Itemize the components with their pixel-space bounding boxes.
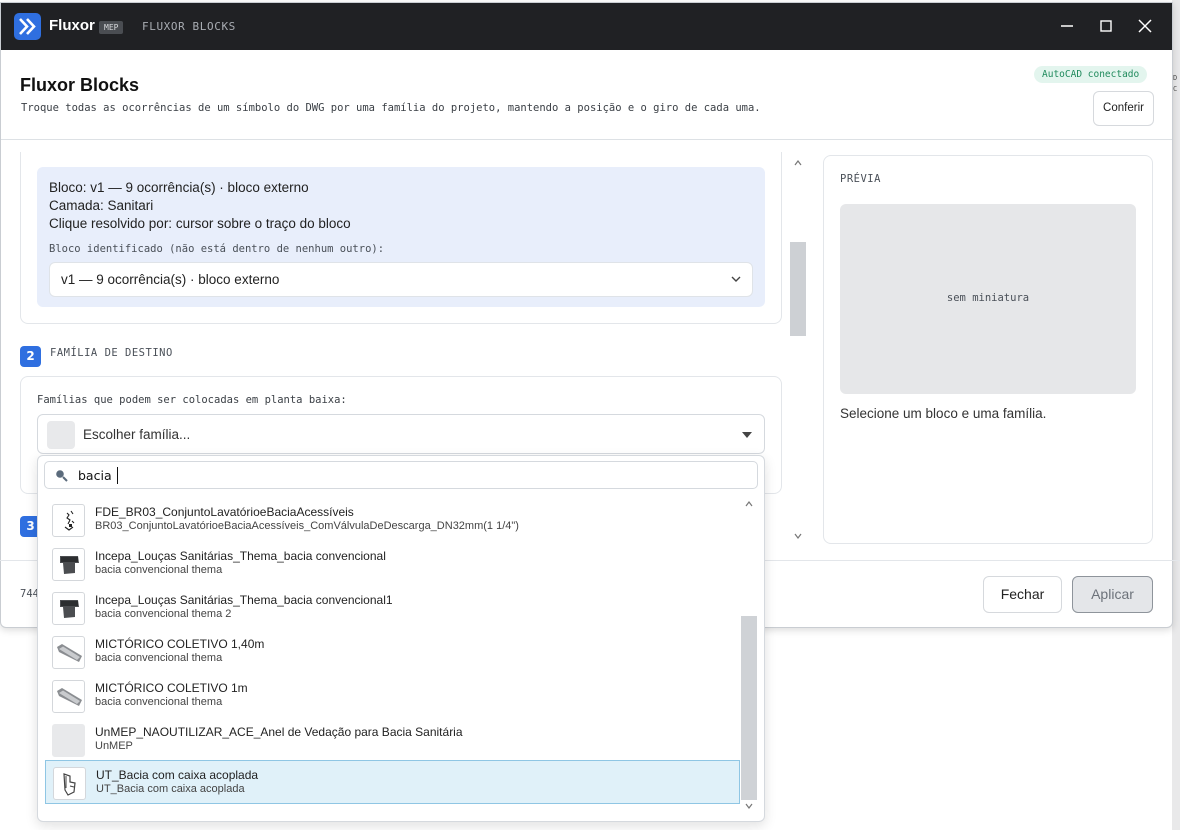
urinal-trough-icon — [52, 680, 85, 713]
preview-thumbnail: sem miniatura — [840, 204, 1136, 394]
page-header: Fluxor Blocks Troque todas as ocorrência… — [1, 50, 1172, 140]
option-name: Incepa_Louças Sanitárias_Thema_bacia con… — [95, 549, 386, 563]
option-name: UnMEP_NAOUTILIZAR_ACE_Anel de Vedação pa… — [95, 725, 463, 739]
family-search-input[interactable]: bacia — [44, 461, 758, 489]
caret-down-icon — [742, 432, 752, 438]
search-query: bacia — [78, 468, 112, 483]
page-title: Fluxor Blocks — [20, 75, 140, 95]
option-name: Incepa_Louças Sanitárias_Thema_bacia con… — [95, 593, 393, 607]
app-subtitle: FLUXOR BLOCKS — [142, 20, 236, 33]
toilet-tank-icon — [53, 767, 86, 800]
block-select[interactable]: v1 — 9 ocorrência(s) · bloco externo — [49, 262, 753, 297]
close-button[interactable]: Fechar — [983, 576, 1062, 613]
block-select-value: v1 — 9 ocorrência(s) · bloco externo — [61, 272, 280, 287]
app-badge: MEP — [99, 21, 124, 34]
family-option[interactable]: MICTÓRICO COLETIVO 1m bacia convencional… — [45, 674, 740, 718]
option-sub: BR03_ConjuntoLavatórioeBaciaAcessíveis_C… — [95, 520, 519, 532]
scroll-up-icon[interactable] — [745, 501, 753, 507]
dropdown-scrollbar-thumb[interactable] — [741, 616, 757, 800]
background-app-edge: D C — [1172, 0, 1180, 830]
page-description: Troque todas as ocorrências de um símbol… — [21, 102, 761, 114]
block-identified-label: Bloco identificado (não está dentro de n… — [49, 243, 385, 255]
block-layer-text: Camada: Sanitari — [49, 198, 154, 213]
search-icon — [56, 470, 68, 482]
family-option-selected[interactable]: UT_Bacia com caixa acoplada UT_Bacia com… — [45, 760, 740, 804]
scroll-down-icon[interactable] — [745, 803, 753, 809]
family-select-placeholder: Escolher família... — [83, 427, 191, 442]
family-thumbnail — [47, 421, 75, 449]
option-name: MICTÓRICO COLETIVO 1m — [95, 681, 248, 695]
status-badge: AutoCAD conectado — [1034, 66, 1148, 83]
option-name: FDE_BR03_ConjuntoLavatórioeBaciaAcessíve… — [95, 505, 354, 519]
chevron-down-icon — [731, 276, 741, 282]
option-sub: bacia convencional thema — [95, 696, 223, 708]
option-name: UT_Bacia com caixa acoplada — [96, 768, 259, 782]
preview-empty-text: sem miniatura — [946, 292, 1030, 304]
check-button[interactable]: Conferir — [1093, 91, 1154, 126]
block-resolution-text: Clique resolvido por: cursor sobre o tra… — [49, 216, 351, 231]
dropdown-scrollbar[interactable] — [741, 497, 757, 813]
family-option[interactable]: MICTÓRICO COLETIVO 1,40m bacia convencio… — [45, 630, 740, 674]
scroll-up-icon[interactable] — [794, 160, 802, 166]
family-option[interactable]: Incepa_Louças Sanitárias_Thema_bacia con… — [45, 542, 740, 586]
step-2-label: FAMÍLIA DE DESTINO — [50, 347, 173, 359]
block-name-text: Bloco: v1 — 9 ocorrência(s) · bloco exte… — [49, 180, 309, 195]
preview-label: PRÉVIA — [840, 173, 881, 185]
option-sub: UnMEP — [95, 740, 133, 752]
scroll-down-icon[interactable] — [794, 533, 802, 539]
fluxor-logo-icon — [14, 13, 41, 40]
preview-hint: Selecione um bloco e uma família. — [840, 406, 1047, 421]
family-label: Famílias que podem ser colocadas em plan… — [37, 394, 347, 406]
step-2-number: 2 — [20, 346, 41, 367]
family-select[interactable]: Escolher família... — [37, 414, 765, 454]
main-scrollbar[interactable] — [790, 154, 806, 546]
title-bar[interactable]: Fluxor MEP FLUXOR BLOCKS — [1, 3, 1172, 50]
option-sub: bacia convencional thema 2 — [95, 608, 232, 620]
option-sub: bacia convencional thema — [95, 652, 223, 664]
toilet-icon — [52, 592, 85, 625]
option-sub: bacia convencional thema — [95, 564, 223, 576]
main-scrollbar-thumb[interactable] — [790, 242, 806, 336]
app-name: Fluxor — [49, 17, 95, 34]
no-thumbnail-icon — [52, 724, 85, 757]
maximize-button[interactable] — [1096, 16, 1116, 36]
family-option[interactable]: FDE_BR03_ConjuntoLavatórioeBaciaAcessíve… — [45, 498, 740, 542]
family-option[interactable]: UnMEP_NAOUTILIZAR_ACE_Anel de Vedação pa… — [45, 718, 740, 762]
family-option[interactable]: Incepa_Louças Sanitárias_Thema_bacia con… — [45, 586, 740, 630]
toilet-icon — [52, 548, 85, 581]
option-name: MICTÓRICO COLETIVO 1,40m — [95, 637, 265, 651]
option-sub: UT_Bacia com caixa acoplada — [96, 783, 245, 795]
minimize-button[interactable] — [1057, 16, 1077, 36]
urinal-trough-icon — [52, 636, 85, 669]
fixture-drawing-icon — [52, 504, 85, 537]
apply-button[interactable]: Aplicar — [1072, 576, 1153, 613]
close-window-button[interactable] — [1135, 16, 1155, 36]
